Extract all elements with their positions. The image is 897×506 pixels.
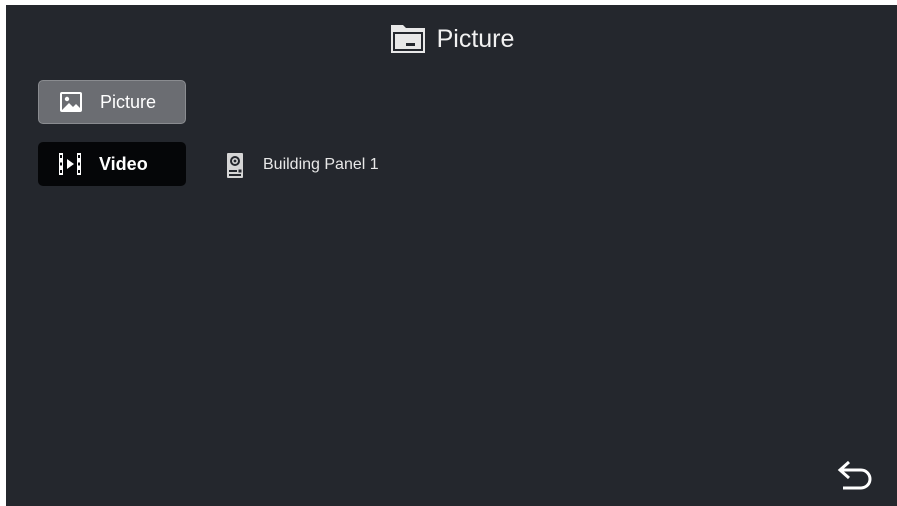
back-button[interactable] [835, 458, 875, 494]
folder-icon [390, 25, 425, 53]
video-tab-label: Video [99, 153, 148, 174]
page-title: Picture [436, 25, 515, 53]
screen: Picture Picture Video Building Panel 1 [6, 5, 897, 506]
film-icon [59, 153, 81, 175]
list-item-building-panel-1[interactable]: Building Panel 1 [226, 150, 379, 180]
picture-tab-label: Picture [100, 91, 157, 112]
video-tab-button[interactable]: Video [38, 142, 186, 186]
image-icon [60, 92, 82, 112]
door-panel-icon [227, 152, 243, 178]
picture-tab-button[interactable]: Picture [38, 80, 186, 124]
list-item-label: Building Panel 1 [263, 156, 379, 173]
page-header: Picture [6, 19, 897, 59]
back-arrow-icon [837, 460, 872, 490]
